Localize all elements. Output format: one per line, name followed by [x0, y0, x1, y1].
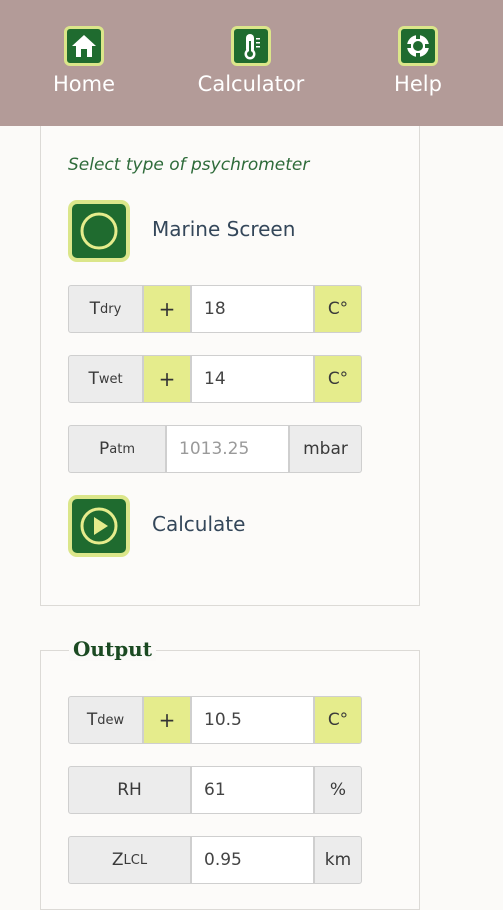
tdew-label: Tdew — [68, 696, 143, 744]
calculate-label: Calculate — [152, 512, 246, 536]
tdry-label: Tdry — [68, 285, 143, 333]
tdew-symbol: T — [86, 710, 98, 730]
twet-symbol: T — [88, 369, 99, 389]
rh-unit: % — [314, 766, 362, 814]
twet-label: Twet — [68, 355, 143, 403]
twet-sign-button[interactable]: + — [143, 355, 191, 403]
output-legend: Output — [69, 637, 156, 661]
radio-circle-icon — [80, 212, 118, 250]
twet-subscript: wet — [98, 371, 123, 387]
zlcl-symbol: Z — [111, 850, 124, 870]
nav-calculator-label: Calculator — [197, 72, 305, 96]
calculate-button[interactable] — [68, 495, 130, 557]
tdry-symbol: T — [89, 299, 101, 319]
psychrometer-label: Marine Screen — [152, 217, 296, 241]
home-icon — [64, 26, 104, 66]
zlcl-subscript: LCL — [123, 852, 148, 868]
zlcl-unit: km — [314, 836, 362, 884]
tdry-subscript: dry — [100, 301, 122, 317]
tdry-unit-button[interactable]: C° — [314, 285, 362, 333]
psychrometer-prompt: Select type of psychrometer — [68, 155, 310, 175]
top-nav-bar: Home Calculator Help — [0, 0, 503, 126]
twet-unit-button[interactable]: C° — [314, 355, 362, 403]
rh-label: RH — [68, 766, 191, 814]
zlcl-output: 0.95 — [191, 836, 314, 884]
nav-home-label: Home — [52, 72, 115, 96]
patm-label: Patm — [68, 425, 166, 473]
tdew-subscript: dew — [97, 712, 125, 728]
patm-input[interactable]: 1013.25 — [166, 425, 289, 473]
patm-subscript: atm — [109, 441, 135, 457]
thermometer-icon — [231, 26, 271, 66]
patm-symbol: P — [99, 439, 110, 459]
twet-input[interactable]: 14 — [191, 355, 314, 403]
rh-output: 61 — [191, 766, 314, 814]
lifebuoy-icon — [398, 26, 438, 66]
nav-home[interactable]: Home — [14, 26, 154, 96]
nav-calculator[interactable]: Calculator — [181, 26, 321, 96]
tdry-sign-button[interactable]: + — [143, 285, 191, 333]
play-icon — [80, 507, 118, 545]
zlcl-label: Z LCL — [68, 836, 191, 884]
psychrometer-select-button[interactable] — [68, 200, 130, 262]
tdew-output: 10.5 — [191, 696, 314, 744]
tdry-input[interactable]: 18 — [191, 285, 314, 333]
nav-help[interactable]: Help — [348, 26, 488, 96]
tdew-sign-button[interactable]: + — [143, 696, 191, 744]
patm-unit: mbar — [289, 425, 362, 473]
tdew-unit-button[interactable]: C° — [314, 696, 362, 744]
nav-help-label: Help — [394, 72, 442, 96]
